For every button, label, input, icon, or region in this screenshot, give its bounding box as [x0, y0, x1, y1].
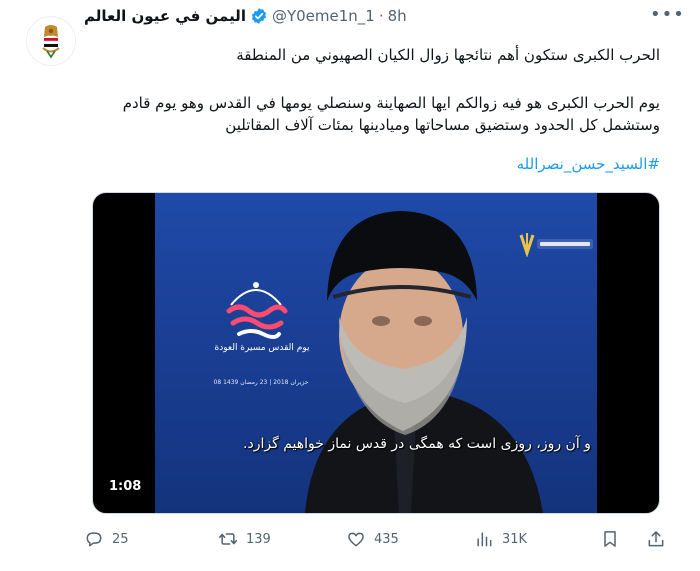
more-options-icon[interactable]: ••• — [650, 6, 684, 28]
tweet-actions: 25 139 435 31K — [84, 524, 676, 554]
reply-button[interactable]: 25 — [84, 524, 129, 554]
repost-button[interactable]: 139 — [218, 524, 271, 554]
repost-icon — [218, 533, 238, 545]
video-frame[interactable]: يوم القدس مسيرة العودة 08 حزيران 2018 | … — [155, 193, 597, 513]
bookmark-icon — [604, 531, 616, 547]
repost-count: 139 — [246, 531, 271, 547]
like-button[interactable]: 435 — [346, 524, 399, 554]
views-button[interactable]: 31K — [474, 524, 527, 554]
video-duration: 1:08 — [103, 477, 148, 496]
user-handle[interactable]: @Y0eme1n_1 — [272, 7, 375, 25]
separator-dot: · — [378, 7, 384, 25]
views-count: 31K — [502, 531, 528, 547]
tweet-header: اليمن في عيون العالم @Y0eme1n_1 · 8h — [84, 4, 407, 28]
hashtag-link[interactable]: #السيد_حسن_نصرالله — [84, 155, 660, 173]
tweet-card[interactable]: اليمن في عيون العالم @Y0eme1n_1 · 8h •••… — [0, 0, 700, 571]
display-name[interactable]: اليمن في عيون العالم — [84, 7, 246, 25]
heart-icon — [348, 532, 364, 547]
avatar[interactable] — [26, 16, 76, 66]
video-subtitle: و آن روز، روزی است که همگی در قدس نماز خ… — [243, 436, 591, 452]
video-player[interactable]: يوم القدس مسيرة العودة 08 حزيران 2018 | … — [92, 192, 660, 514]
verified-badge-icon — [250, 7, 268, 25]
bookmark-button[interactable] — [600, 524, 620, 554]
timestamp[interactable]: 8h — [388, 7, 407, 25]
reply-count: 25 — [112, 531, 129, 547]
like-count: 435 — [374, 531, 399, 547]
share-button[interactable] — [646, 524, 666, 554]
tweet-text-line-1: الحرب الكبرى ستكون أهم نتائجها زوال الكي… — [236, 46, 660, 64]
views-chart-icon — [477, 532, 492, 547]
tweet-text-line-2: يوم الحرب الكبرى هو فيه زوالكم ايها الصه… — [122, 94, 660, 134]
share-icon — [648, 531, 664, 547]
reply-icon — [86, 532, 102, 547]
yemen-emblem-icon — [27, 17, 75, 65]
